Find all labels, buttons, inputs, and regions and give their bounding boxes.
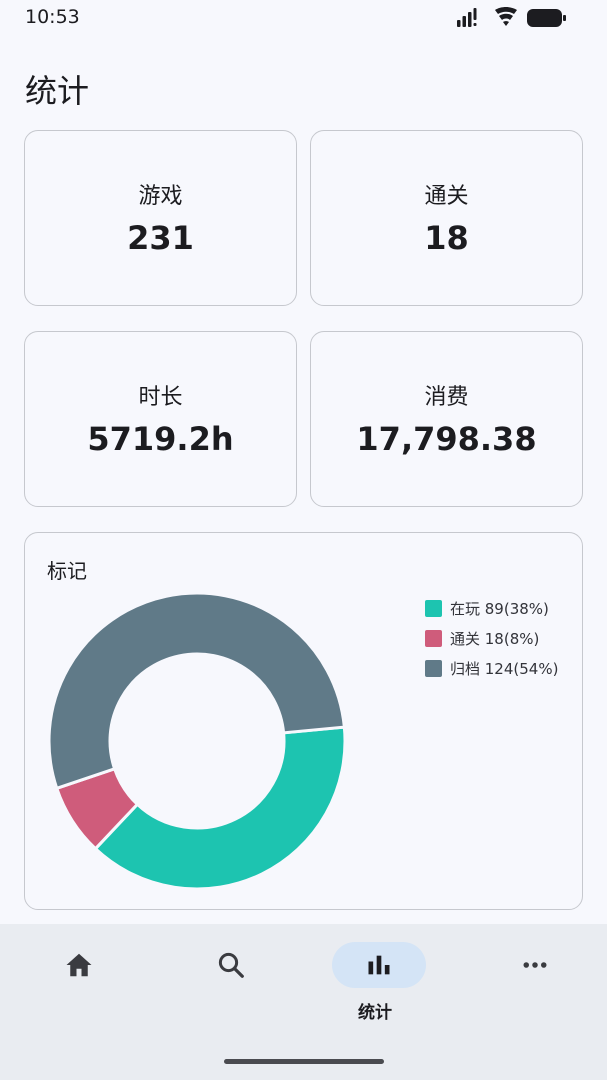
stat-label-spending: 消费 <box>424 385 469 410</box>
stat-card-games: 游戏 231 <box>24 130 297 306</box>
stat-label-games: 游戏 <box>138 184 183 209</box>
nav-item-stats[interactable]: 统计 <box>320 942 430 1032</box>
donut-chart <box>47 591 347 891</box>
wifi-icon <box>495 7 517 26</box>
nav-item-search[interactable] <box>172 942 282 1032</box>
legend-swatch-playing <box>425 599 442 617</box>
page-title: 统计 <box>25 72 90 110</box>
legend-label-playing: 在玩 89(38%) <box>450 599 549 618</box>
battery-icon <box>527 9 566 27</box>
stat-card-cleared: 通关 18 <box>310 130 583 306</box>
legend-item-archived: 归档 124(54%) <box>425 653 558 683</box>
status-time: 10:53 <box>25 6 80 28</box>
search-icon <box>218 952 244 978</box>
stat-value-duration: 5719.2h <box>87 420 234 458</box>
chart-title: 标记 <box>47 559 87 583</box>
bar-chart-icon <box>368 955 390 975</box>
stat-value-spending: 17,798.38 <box>356 420 537 458</box>
chart-legend: 在玩 89(38%) 通关 18(8%) 归档 124(54%) <box>425 593 558 683</box>
more-horizontal-icon <box>523 962 547 968</box>
legend-swatch-archived <box>425 659 442 677</box>
stat-value-games: 231 <box>127 219 194 257</box>
legend-swatch-cleared <box>425 629 442 647</box>
legend-item-playing: 在玩 89(38%) <box>425 593 558 623</box>
nav-item-more[interactable] <box>476 942 586 1032</box>
signal-icon <box>457 8 477 27</box>
status-icons <box>457 7 567 29</box>
marks-chart-card: 标记 在玩 89(38%) 通关 18(8%) 归档 124(54%) <box>24 532 583 910</box>
stat-card-duration: 时长 5719.2h <box>24 331 297 507</box>
stat-card-spending: 消费 17,798.38 <box>310 331 583 507</box>
status-bar: 10:53 <box>0 0 607 36</box>
legend-label-cleared: 通关 18(8%) <box>450 629 540 648</box>
legend-label-archived: 归档 124(54%) <box>450 659 559 678</box>
home-icon <box>66 953 92 977</box>
nav-item-home[interactable] <box>20 942 130 1032</box>
legend-item-cleared: 通关 18(8%) <box>425 623 558 653</box>
home-indicator <box>224 1059 384 1064</box>
stat-label-cleared: 通关 <box>424 184 469 209</box>
nav-label-stats: 统计 <box>358 1003 392 1023</box>
bottom-nav: 统计 <box>0 924 607 1080</box>
stat-value-cleared: 18 <box>424 219 469 257</box>
stat-label-duration: 时长 <box>138 385 183 410</box>
